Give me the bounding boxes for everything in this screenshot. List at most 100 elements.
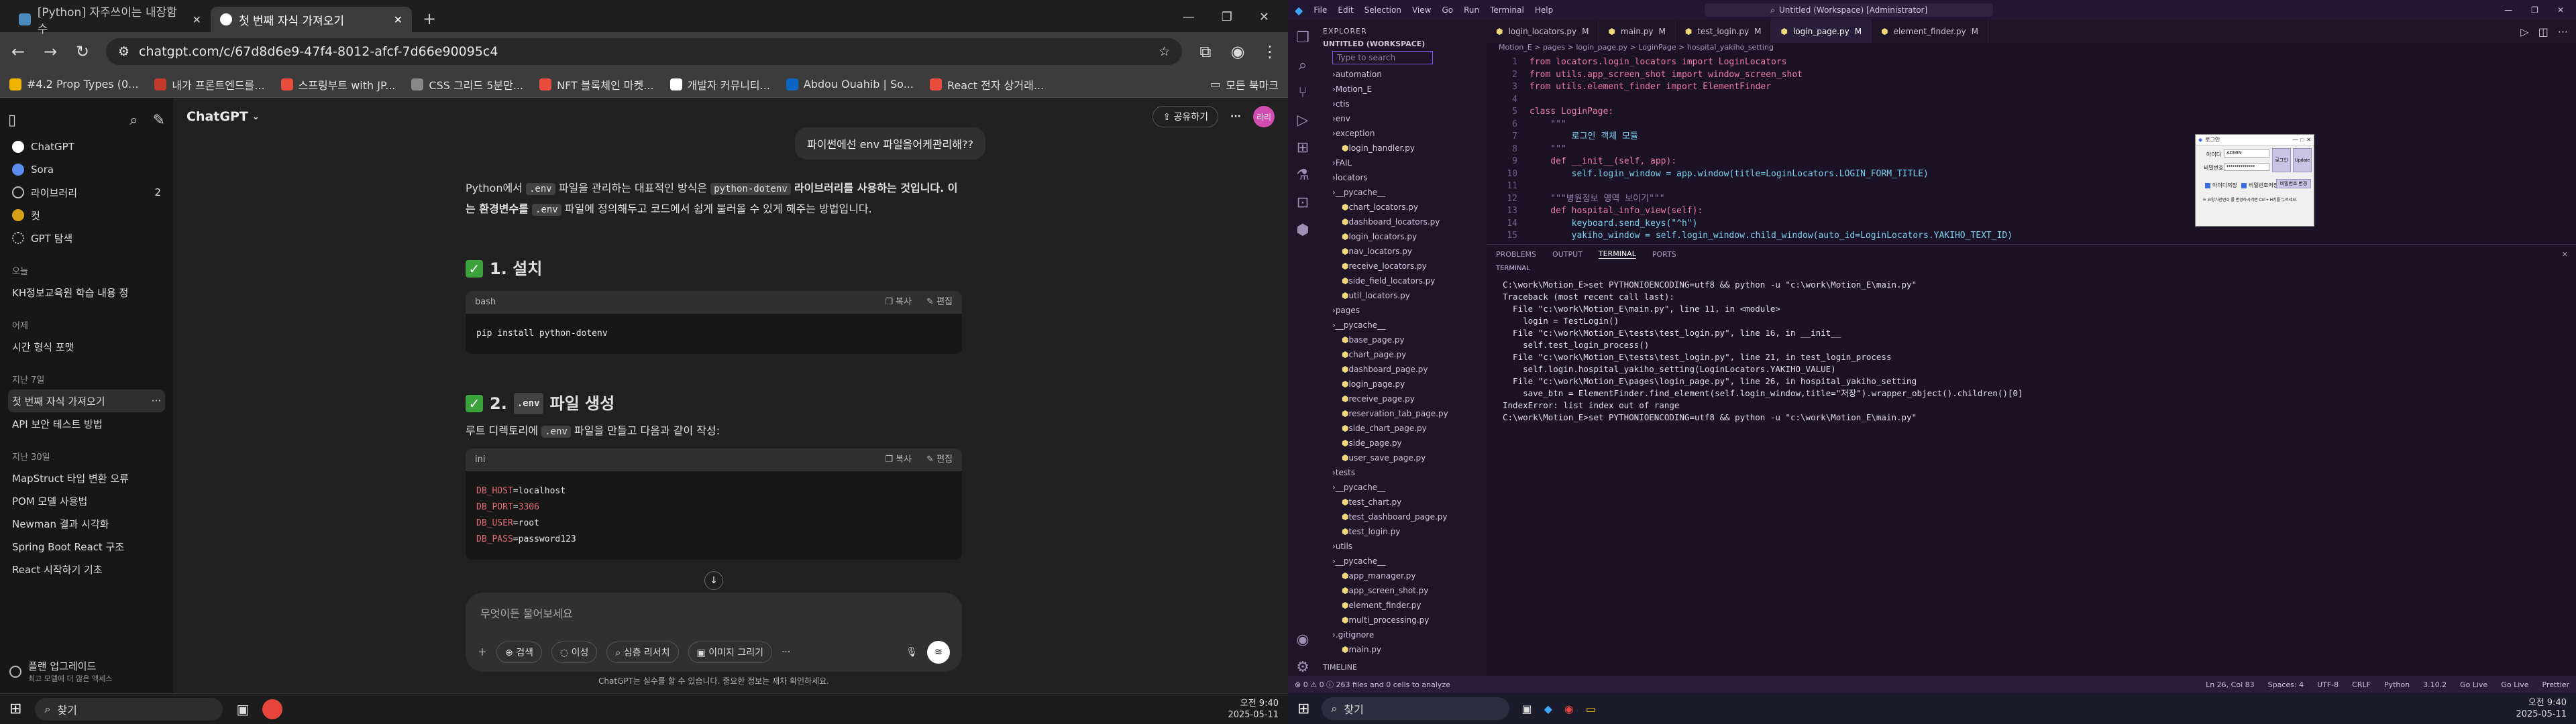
status-encoding[interactable]: UTF-8 <box>2317 680 2339 689</box>
minimize-icon[interactable]: — <box>2292 137 2298 143</box>
add-icon[interactable]: ＋ <box>478 646 487 659</box>
login-button[interactable]: 로그인 <box>2272 148 2291 172</box>
split-editor-icon[interactable]: ◫ <box>2538 25 2548 38</box>
tree-item[interactable]: ⬢ app_screen_shot.py <box>1323 583 1481 598</box>
tree-item[interactable]: › exception <box>1323 126 1481 141</box>
tool-image[interactable]: ▣ 이미지 그리기 <box>688 642 772 663</box>
testing-icon[interactable]: ⚗ <box>1296 167 1309 184</box>
tree-item[interactable]: › __pycache__ <box>1323 185 1481 200</box>
run-debug-icon[interactable]: ▷ <box>1297 112 1309 129</box>
model-selector[interactable]: ChatGPT <box>186 109 248 124</box>
browser-tab-active[interactable]: 첫 번째 자식 가져오기 ✕ <box>211 7 412 32</box>
browser-tab[interactable]: [Python] 자주쓰이는 내장함수 ✕ <box>9 6 211 36</box>
close-window-icon[interactable]: ✕ <box>2557 5 2564 15</box>
star-icon[interactable]: ☆ <box>1159 44 1170 59</box>
tree-item[interactable]: › pages <box>1323 303 1481 318</box>
history-item[interactable]: API 보안 테스트 방법 <box>8 412 165 435</box>
minimize-icon[interactable]: — <box>2504 5 2512 15</box>
start-icon[interactable]: ⊞ <box>1297 701 1309 717</box>
change-password-button[interactable]: 비밀번호 변경 <box>2276 179 2311 188</box>
tree-item[interactable]: › FAIL <box>1323 156 1481 170</box>
tree-item[interactable]: ⬢ nav_locators.py <box>1323 244 1481 259</box>
tree-item[interactable]: ⬢ login_page.py <box>1323 377 1481 391</box>
tree-item[interactable]: › automation <box>1323 67 1481 82</box>
save-id-checkbox[interactable]: 아이디저장 <box>2205 182 2237 189</box>
save-password-checkbox[interactable]: 비밀번호저장 <box>2241 182 2278 189</box>
extensions-icon[interactable]: ⊞ <box>1297 139 1309 156</box>
menu-terminal[interactable]: Terminal <box>1490 5 1524 15</box>
copy-button[interactable]: ❐ 복사 <box>885 450 912 470</box>
site-info-icon[interactable]: ⚙ <box>118 44 129 59</box>
sidebar-item-sora[interactable]: Sora <box>8 158 165 181</box>
remote-icon[interactable]: ⊡ <box>1297 194 1309 211</box>
status-go-live[interactable]: Go Live <box>2501 680 2528 689</box>
tree-item[interactable]: ⬢ multi_processing.py <box>1323 613 1481 627</box>
explorer-filter-input[interactable]: Type to search <box>1332 51 1433 64</box>
close-icon[interactable]: ✕ <box>2306 137 2311 143</box>
menu-edit[interactable]: Edit <box>1338 5 1353 15</box>
run-icon[interactable]: ▷ <box>2520 25 2528 38</box>
history-item[interactable]: React 시작하기 기초 <box>8 558 165 581</box>
editor-tab[interactable]: ⬢ test_login.py M <box>1676 20 1772 43</box>
minimize-icon[interactable]: — <box>1183 10 1195 24</box>
explorer-icon[interactable]: ❐ <box>1296 29 1309 46</box>
tree-item[interactable]: › utils <box>1323 539 1481 554</box>
tab-output[interactable]: OUTPUT <box>1552 250 1582 259</box>
tree-item[interactable]: ⬢ login_locators.py <box>1323 229 1481 244</box>
tree-item[interactable]: ⬢ app_manager.py <box>1323 568 1481 583</box>
bookmark-item[interactable]: React 전자 상거래... <box>929 76 1044 93</box>
chat-composer[interactable]: 무엇이든 물어보세요 ＋ ⊕ 검색 ◌ 이성 ⌕ 심층 리서치 ▣ 이미지 그리… <box>466 593 962 672</box>
bookmark-item[interactable]: #4.2 Prop Types (0... <box>9 78 138 90</box>
tree-item[interactable]: ⬢ test_login.py <box>1323 524 1481 539</box>
status-eol[interactable]: CRLF <box>2352 680 2371 689</box>
menu-view[interactable]: View <box>1412 5 1431 15</box>
account-icon[interactable]: ◉ <box>1296 631 1309 648</box>
update-button[interactable]: Update <box>2293 148 2312 172</box>
breadcrumb[interactable]: Motion_E > pages > login_page.py > Login… <box>1499 43 1774 52</box>
tab-terminal[interactable]: TERMINAL <box>1598 249 1636 259</box>
tree-item[interactable]: ⬢ login_handler.py <box>1323 141 1481 156</box>
status-language[interactable]: Python <box>2384 680 2410 689</box>
more-icon[interactable]: ··· <box>2558 25 2568 38</box>
vscode-taskbar-icon[interactable]: ◆ <box>1544 703 1552 715</box>
sidebar-toggle-icon[interactable]: ▯ <box>8 112 16 129</box>
close-icon[interactable]: ✕ <box>193 13 201 26</box>
chrome-icon[interactable]: ◉ <box>1564 703 1574 715</box>
tab-ports[interactable]: PORTS <box>1652 250 1676 259</box>
tree-item[interactable]: › tests <box>1323 465 1481 480</box>
tree-item[interactable]: ⬢ util_locators.py <box>1323 288 1481 303</box>
tool-reason[interactable]: ◌ 이성 <box>551 642 598 663</box>
forward-icon[interactable]: → <box>42 42 59 61</box>
bookmark-item[interactable]: 개발자 커뮤니티... <box>669 76 770 93</box>
python-icon[interactable]: ⬢ <box>1296 222 1309 239</box>
tree-item[interactable]: ⬢ dashboard_page.py <box>1323 362 1481 377</box>
sidebar-item-chatgpt[interactable]: ChatGPT <box>8 135 165 158</box>
menu-icon[interactable]: ⋮ <box>1261 42 1279 61</box>
menu-help[interactable]: Help <box>1535 5 1553 15</box>
address-bar[interactable]: ⚙ chatgpt.com/c/67d8d6e9-47f4-8012-afcf-7… <box>106 38 1182 65</box>
history-item[interactable]: MapStruct 타입 변환 오류 <box>8 467 165 489</box>
tree-item[interactable]: ⬢ receive_locators.py <box>1323 259 1481 274</box>
menu-selection[interactable]: Selection <box>1364 5 1401 15</box>
more-tools-icon[interactable]: ··· <box>782 647 790 658</box>
history-item-selected[interactable]: 첫 번째 자식 가져오기 ··· <box>8 389 165 412</box>
tree-item[interactable]: ⬢ test_chart.py <box>1323 495 1481 509</box>
terminal-output[interactable]: C:\work\Motion_E>set PYTHONIOENCODING=ut… <box>1487 274 2576 429</box>
more-icon[interactable]: ··· <box>1230 111 1241 122</box>
password-input[interactable]: ●●●●●●●●●●●●●● <box>2224 163 2269 171</box>
close-window-icon[interactable]: ✕ <box>1259 10 1269 24</box>
source-control-icon[interactable]: ⑂ <box>1298 84 1307 101</box>
task-view-icon[interactable]: ▣ <box>1521 703 1532 715</box>
history-item[interactable]: KH정보교육원 학습 내용 정 <box>8 281 165 304</box>
back-icon[interactable]: ← <box>9 42 27 61</box>
tree-item[interactable]: ⬢ dashboard_locators.py <box>1323 215 1481 229</box>
restore-icon[interactable]: □ <box>2300 137 2304 143</box>
tool-search[interactable]: ⊕ 검색 <box>496 642 542 663</box>
workspace-title[interactable]: UNTITLED (WORKSPACE) <box>1323 40 1481 48</box>
profile-icon[interactable]: ◉ <box>1229 42 1246 61</box>
code-editor[interactable]: 1 from locators.login_locators import Log… <box>1487 56 2576 251</box>
status-indent[interactable]: Spaces: 4 <box>2268 680 2304 689</box>
close-icon[interactable]: ✕ <box>394 13 402 26</box>
start-icon[interactable]: ⊞ <box>9 701 21 717</box>
history-item[interactable]: POM 모델 사용법 <box>8 489 165 512</box>
